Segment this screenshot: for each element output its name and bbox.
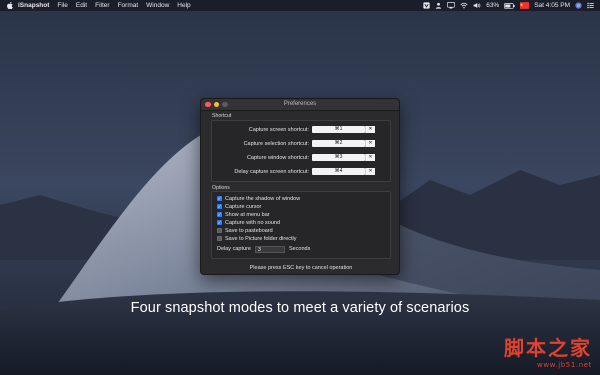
delay-capture-shortcut-field[interactable]: ⌘4 (312, 168, 365, 175)
menu-filter[interactable]: Filter (91, 0, 113, 11)
close-window-button[interactable] (205, 101, 211, 107)
battery-icon[interactable] (504, 0, 515, 11)
menu-file[interactable]: File (53, 0, 71, 11)
delay-capture-label: Delay capture (217, 246, 251, 252)
watermark-chinese: 脚本之家 (504, 336, 592, 360)
option-menu-bar[interactable]: ✓ Show at menu bar (217, 211, 270, 218)
checkbox-checked[interactable]: ✓ (217, 212, 222, 217)
option-label: Save to Picture folder directly (225, 235, 297, 242)
menubar-clock[interactable]: Sat 4:05 PM (534, 0, 570, 11)
option-cursor[interactable]: ✓ Capture cursor (217, 203, 261, 210)
options-group-box: ✓ Capture the shadow of window ✓ Capture… (211, 191, 391, 259)
shortcut-row: Delay capture screen shortcut: ⌘4 ✕ (212, 168, 392, 177)
user-status-icon[interactable] (435, 0, 442, 11)
site-watermark: 脚本之家 www.jb51.net (504, 332, 592, 369)
checkbox-checked[interactable]: ✓ (217, 196, 222, 201)
wifi-icon[interactable] (460, 0, 468, 11)
clear-shortcut-button[interactable]: ✕ (365, 168, 375, 175)
watermark-url: www.jb51.net (537, 361, 592, 369)
delay-unit-label: Seconds (288, 246, 311, 252)
menu-help[interactable]: Help (173, 0, 194, 11)
shortcut-label: Capture selection shortcut: (243, 141, 309, 147)
option-picture-folder[interactable]: Save to Picture folder directly (217, 235, 297, 242)
capture-window-shortcut-field[interactable]: ⌘3 (312, 154, 365, 161)
capture-screen-shortcut-field[interactable]: ⌘1 (312, 126, 365, 133)
shortcut-group-title: Shortcut (212, 113, 232, 119)
option-pasteboard[interactable]: Save to pasteboard (217, 227, 273, 234)
shortcut-label: Capture screen shortcut: (248, 127, 309, 133)
volume-icon[interactable] (473, 0, 481, 11)
promo-caption: Four snapshot modes to meet a variety of… (130, 300, 470, 316)
clear-shortcut-button[interactable]: ✕ (365, 140, 375, 147)
window-titlebar[interactable]: Preferences (201, 99, 399, 111)
delay-capture-row: Delay capture 3 Seconds (217, 245, 310, 253)
capture-selection-shortcut-field[interactable]: ⌘2 (312, 140, 365, 147)
battery-percentage: 63% (486, 2, 500, 9)
app-status-icon[interactable] (423, 0, 430, 11)
menu-window[interactable]: Window (142, 0, 173, 11)
option-label: Capture with no sound (225, 219, 281, 226)
option-label: Capture the shadow of window (225, 195, 301, 202)
option-label: Capture cursor (225, 203, 262, 210)
shortcut-row: Capture selection shortcut: ⌘2 ✕ (212, 140, 392, 149)
zoom-window-button[interactable] (222, 101, 228, 107)
clear-shortcut-button[interactable]: ✕ (365, 126, 375, 133)
window-title: Preferences (283, 101, 317, 107)
checkbox-checked[interactable]: ✓ (217, 220, 222, 225)
preferences-window: Preferences Shortcut Capture screen shor… (200, 98, 400, 275)
shortcut-row: Capture window shortcut: ⌘3 ✕ (212, 154, 392, 163)
notification-center-icon[interactable] (587, 0, 594, 11)
menu-edit[interactable]: Edit (72, 0, 91, 11)
clear-shortcut-button[interactable]: ✕ (365, 154, 375, 161)
shortcut-group-box: Capture screen shortcut: ⌘1 ✕ Capture se… (211, 120, 391, 182)
esc-hint-text: Please press ESC key to cancel operation (249, 265, 353, 271)
minimize-window-button[interactable] (213, 101, 219, 107)
shortcut-row: Capture screen shortcut: ⌘1 ✕ (212, 126, 392, 135)
checkbox-checked[interactable]: ✓ (217, 204, 222, 209)
flag-icon[interactable] (520, 0, 530, 11)
checkbox-unchecked[interactable] (217, 236, 222, 241)
apple-menu-icon[interactable] (6, 0, 14, 11)
option-shadow[interactable]: ✓ Capture the shadow of window (217, 195, 300, 202)
delay-seconds-input[interactable]: 3 (254, 245, 285, 253)
menu-format[interactable]: Format (114, 0, 143, 11)
shortcut-label: Delay capture screen shortcut: (234, 169, 309, 175)
option-label: Save to pasteboard (225, 227, 273, 234)
display-status-icon[interactable] (447, 0, 456, 11)
option-label: Show at menu bar (225, 211, 270, 218)
checkbox-unchecked[interactable] (217, 228, 222, 233)
siri-icon[interactable] (575, 0, 582, 11)
menu-bar: iSnapshot File Edit Filter Format Window… (0, 0, 600, 11)
shortcut-label: Capture window shortcut: (246, 155, 309, 161)
option-no-sound[interactable]: ✓ Capture with no sound (217, 219, 280, 226)
app-menu[interactable]: iSnapshot (14, 0, 53, 11)
